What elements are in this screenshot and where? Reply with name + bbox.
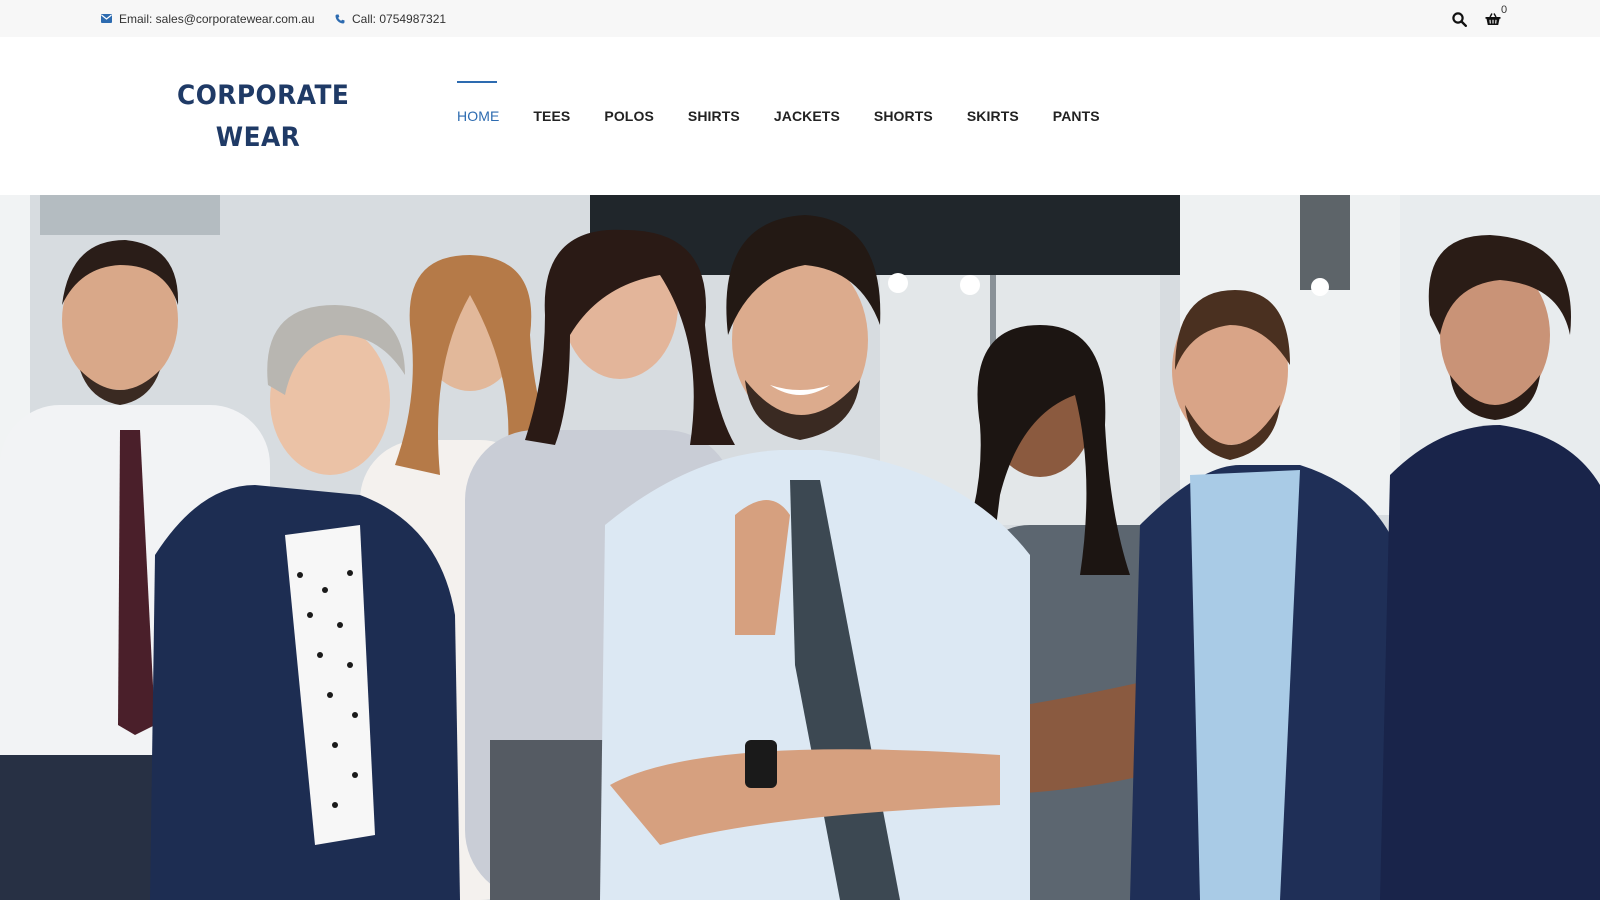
nav-item-tees[interactable]: TEES	[533, 108, 570, 124]
nav-item-shirts[interactable]: SHIRTS	[688, 108, 740, 124]
logo-line-1: CORPORATE	[177, 80, 350, 111]
main-nav: HOME TEES POLOS SHIRTS JACKETS SHORTS SK…	[457, 37, 1134, 195]
email-contact[interactable]: Email: sales@corporatewear.com.au	[101, 0, 315, 37]
search-button[interactable]	[1449, 9, 1469, 29]
phone-contact[interactable]: Call: 0754987321	[335, 0, 446, 37]
logo-line-2: WEAR	[215, 122, 301, 153]
nav-item-shorts[interactable]: SHORTS	[874, 108, 933, 124]
top-bar: Email: sales@corporatewear.com.au Call: …	[0, 0, 1600, 38]
hero-illustration	[0, 195, 1600, 900]
phone-icon	[335, 14, 345, 23]
envelope-icon	[101, 14, 112, 23]
search-icon	[1451, 11, 1467, 27]
nav-item-pants[interactable]: PANTS	[1053, 108, 1100, 124]
cart-icon	[1485, 13, 1501, 25]
site-header: CORPORATE WEAR HOME TEES POLOS SHIRTS JA…	[0, 37, 1600, 195]
email-text: Email: sales@corporatewear.com.au	[119, 11, 315, 26]
nav-item-polos[interactable]: POLOS	[604, 108, 654, 124]
nav-item-jackets[interactable]: JACKETS	[774, 108, 840, 124]
hero-banner-image	[0, 195, 1600, 900]
cart-count-badge: 0	[1501, 4, 1508, 16]
site-logo[interactable]: CORPORATE WEAR	[177, 75, 350, 159]
nav-item-skirts[interactable]: SKIRTS	[967, 108, 1019, 124]
phone-text: Call: 0754987321	[352, 11, 447, 26]
nav-item-home[interactable]: HOME	[457, 81, 499, 124]
cart-button[interactable]	[1483, 9, 1503, 29]
